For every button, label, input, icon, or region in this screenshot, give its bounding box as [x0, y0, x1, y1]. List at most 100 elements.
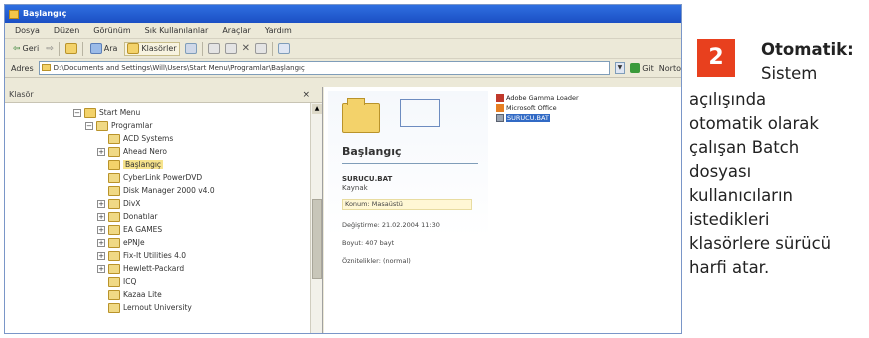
- address-label: Adres: [11, 63, 34, 73]
- chevron-down-icon: ▼: [617, 64, 623, 71]
- links-label[interactable]: Norto: [659, 64, 681, 73]
- scroll-up-arrow-icon[interactable]: ▲: [312, 104, 322, 114]
- tree-item-label: Disk Manager 2000 v4.0: [123, 186, 215, 195]
- history-icon[interactable]: [184, 43, 197, 54]
- search-label: Ara: [103, 44, 118, 53]
- tree-item[interactable]: ACD Systems: [108, 132, 173, 145]
- undo-icon[interactable]: [254, 43, 267, 54]
- menu-view[interactable]: Görünüm: [93, 26, 130, 35]
- address-input[interactable]: D:\Documents and Settings\Will\Users\Sta…: [38, 61, 610, 75]
- tree-item[interactable]: CyberLink PowerDVD: [108, 171, 202, 184]
- expander[interactable]: +: [97, 264, 105, 273]
- expander[interactable]: +: [97, 199, 105, 208]
- back-label: Geri: [22, 44, 40, 53]
- tree-item-selected[interactable]: Başlangıç: [108, 158, 164, 171]
- menu-help[interactable]: Yardım: [265, 26, 292, 35]
- file-name: SURUCU.BAT: [506, 114, 550, 122]
- toolbar: ⇦ Geri ⇨ Ara Klasörler ✕: [5, 39, 681, 59]
- folders-pane-header: Klasör ×: [5, 87, 322, 103]
- folder-icon: [108, 198, 120, 209]
- menu-file[interactable]: Dosya: [15, 26, 40, 35]
- shortcut-icon: [496, 94, 504, 102]
- folder-heading: Başlangıç: [342, 145, 402, 158]
- folder-icon: [41, 64, 51, 71]
- list-item[interactable]: Adobe Gamma Loader: [496, 93, 579, 103]
- folders-pane: Klasör × − Start Menu − Programlar ACD S…: [5, 87, 323, 333]
- expander[interactable]: −: [85, 121, 93, 130]
- title-bar: Başlangıç: [5, 5, 681, 23]
- expander[interactable]: +: [97, 238, 105, 247]
- explorer-window: Başlangıç Dosya Düzen Görünüm Sık Kullan…: [4, 4, 682, 334]
- expander[interactable]: +: [97, 147, 105, 156]
- expander[interactable]: +: [97, 225, 105, 234]
- selected-file-size: Boyut: 407 bayt: [342, 239, 395, 247]
- views-icon[interactable]: [277, 43, 290, 54]
- annotation-line: kullanıcıların: [689, 186, 794, 205]
- delete-icon[interactable]: ✕: [242, 43, 250, 54]
- annotation-line: çalışan Batch: [689, 138, 800, 157]
- folder-icon: [108, 146, 120, 157]
- scrollbar-thumb[interactable]: [312, 199, 322, 279]
- move-to-icon[interactable]: [207, 43, 220, 54]
- selected-file-attributes: Öznitelikler: (normal): [342, 257, 411, 265]
- forward-button[interactable]: ⇨: [46, 44, 54, 54]
- expander[interactable]: +: [97, 251, 105, 260]
- folder-icon: [108, 185, 120, 196]
- tree-item-label: EA GAMES: [123, 225, 163, 234]
- tree-item[interactable]: + EA GAMES: [97, 223, 162, 236]
- tree-item[interactable]: − Programlar: [85, 119, 152, 132]
- go-button[interactable]: Git: [630, 63, 654, 73]
- tree-item[interactable]: + Hewlett-Packard: [97, 262, 184, 275]
- tree-item[interactable]: + ePNJe: [97, 236, 145, 249]
- tree-item-label: Kazaa Lite: [123, 290, 162, 299]
- tree-item-label: Başlangıç: [123, 160, 164, 169]
- menu-edit[interactable]: Düzen: [54, 26, 79, 35]
- copy-to-icon[interactable]: [224, 43, 237, 54]
- menu-favorites[interactable]: Sık Kullanılanlar: [145, 26, 209, 35]
- file-name: Adobe Gamma Loader: [506, 94, 579, 102]
- expander[interactable]: +: [97, 212, 105, 221]
- annotation-line: dosyası: [689, 162, 752, 181]
- tree-item-label: Lernout University: [123, 303, 192, 312]
- folders-icon: [127, 43, 140, 54]
- go-label: Git: [642, 63, 654, 73]
- tree-item-label: Donatılar: [123, 212, 158, 221]
- folders-pane-title: Klasör: [9, 90, 34, 99]
- folders-button[interactable]: Klasörler: [124, 41, 180, 56]
- folder-tree-scrollbar[interactable]: ▲: [310, 103, 322, 333]
- tree-item[interactable]: − Start Menu: [73, 106, 140, 119]
- search-icon: [89, 43, 102, 54]
- file-name: Microsoft Office: [506, 104, 557, 112]
- tree-item-label: ePNJe: [123, 238, 145, 247]
- tree-item[interactable]: + DivX: [97, 197, 140, 210]
- batch-file-icon: [496, 114, 504, 122]
- annotation-title: Otomatik:: [761, 40, 854, 59]
- expander[interactable]: −: [73, 108, 81, 117]
- selected-file-modified: Değiştirme: 21.02.2004 11:30: [342, 221, 440, 229]
- tree-item[interactable]: Disk Manager 2000 v4.0: [108, 184, 215, 197]
- tree-item[interactable]: Kazaa Lite: [108, 288, 162, 301]
- tree-item[interactable]: ICQ: [108, 275, 136, 288]
- close-icon[interactable]: ×: [302, 87, 310, 103]
- list-item[interactable]: Microsoft Office: [496, 103, 579, 113]
- tree-item[interactable]: + Fix-It Utilities 4.0: [97, 249, 186, 262]
- annotation-line: klasörlere sürücü: [689, 234, 832, 253]
- address-value: D:\Documents and Settings\Will\Users\Sta…: [53, 64, 305, 72]
- search-button[interactable]: Ara: [88, 42, 120, 56]
- tree-item-label: CyberLink PowerDVD: [123, 173, 203, 182]
- tree-item-label: DivX: [123, 199, 141, 208]
- tree-item[interactable]: + Ahead Nero: [97, 145, 167, 158]
- selected-file-name: SURUCU.BAT: [342, 175, 393, 183]
- tree-item-label: Ahead Nero: [123, 147, 167, 156]
- list-item-selected[interactable]: SURUCU.BAT: [496, 113, 579, 123]
- tree-item[interactable]: Lernout University: [108, 301, 192, 314]
- annotation-line: açılışında: [689, 90, 767, 109]
- address-dropdown-button[interactable]: ▼: [614, 62, 626, 74]
- folder-info-panel: Başlangıç SURUCU.BAT Kaynak Konum: Masaü…: [328, 91, 488, 333]
- back-button[interactable]: ⇦ Geri: [11, 42, 41, 56]
- up-folder-icon[interactable]: [64, 43, 77, 54]
- tree-item[interactable]: + Donatılar: [97, 210, 158, 223]
- menu-tools[interactable]: Araçlar: [222, 26, 250, 35]
- tree-item-label: Programlar: [111, 121, 153, 130]
- folder-icon: [108, 276, 120, 287]
